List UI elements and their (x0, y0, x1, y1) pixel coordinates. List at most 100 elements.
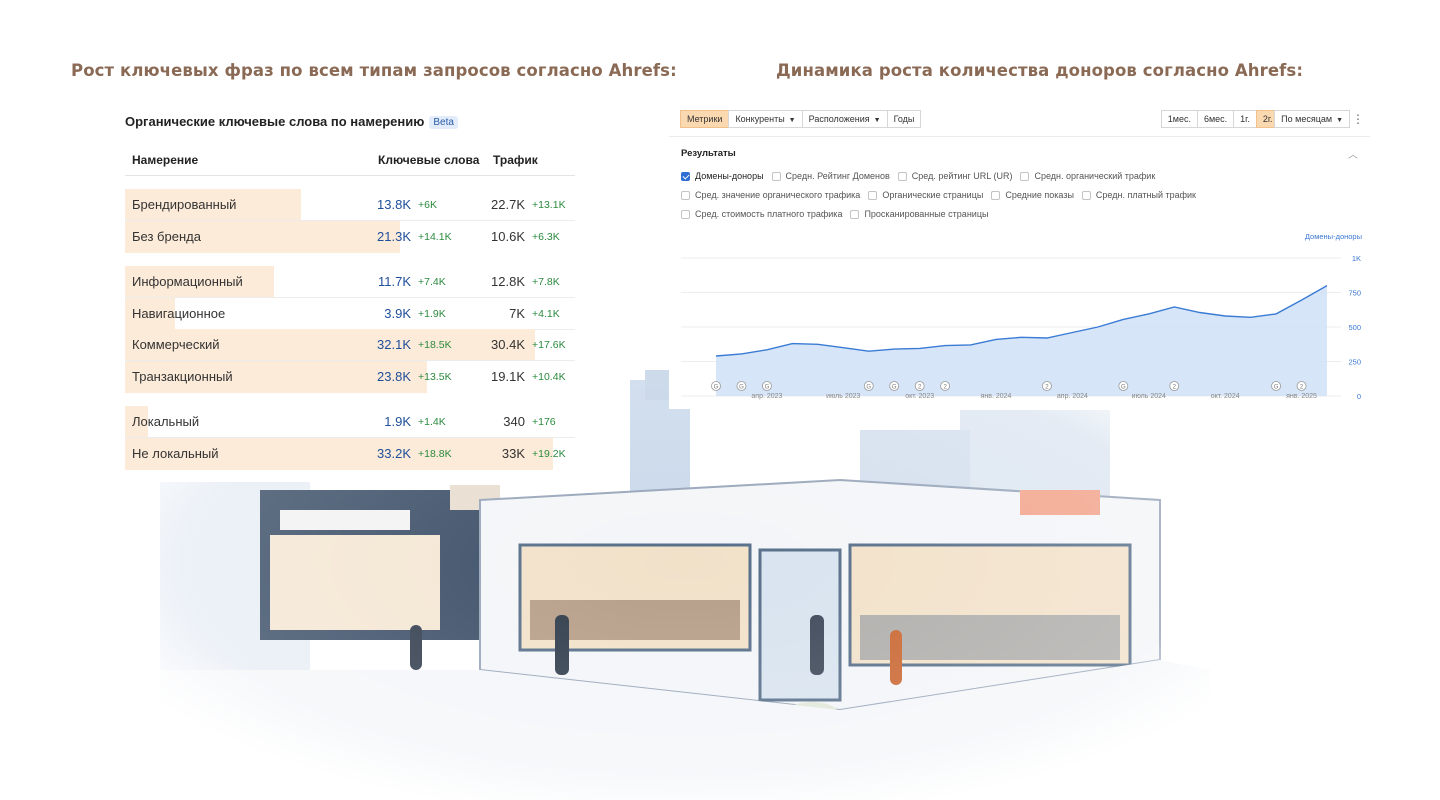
metric-checkbox[interactable]: Средние показы (991, 190, 1074, 200)
y-tick-label: 1K (1352, 254, 1361, 263)
checkbox-icon[interactable] (681, 190, 690, 200)
intent-name: Без бренда (132, 229, 201, 244)
checkbox-icon[interactable] (1020, 171, 1030, 181)
x-tick-label: янв. 2025 (1286, 393, 1317, 400)
metric-label: Средние показы (1005, 190, 1074, 200)
kebab-icon[interactable]: ⋮ (1352, 112, 1364, 126)
chevron-up-icon[interactable]: ︿ (1348, 146, 1358, 161)
annotation-label: G (714, 385, 719, 391)
table-row[interactable]: Без бренда 21.3K +14.1K 10.6K +6.3K (125, 221, 575, 253)
checkbox-icon[interactable] (868, 190, 878, 200)
keywords-value[interactable]: 33.2K (377, 446, 411, 461)
traffic-value[interactable]: 12.8K (491, 274, 525, 289)
metric-checkbox[interactable]: Средн. органический трафик (1020, 171, 1155, 181)
y-tick-label: 0 (1357, 392, 1361, 401)
traffic-value[interactable]: 7K (509, 306, 525, 321)
traffic-delta: +176 (532, 416, 556, 428)
beta-badge: Beta (429, 116, 458, 129)
metric-checkbox[interactable]: Просканированные страницы (850, 209, 988, 219)
granularity-select[interactable]: По месяцам ▼ (1274, 110, 1350, 128)
keywords-value[interactable]: 3.9K (384, 306, 411, 321)
checkbox-icon[interactable] (1081, 190, 1091, 200)
metric-checkbox[interactable]: Органические страницы (868, 190, 983, 200)
caret-down-icon: ▼ (788, 117, 796, 124)
intent-table-header: Намерение Ключевые слова Трафик (125, 144, 575, 176)
tab-3[interactable]: Годы (886, 110, 922, 128)
traffic-value[interactable]: 33K (502, 446, 525, 461)
traffic-delta: +7.8K (532, 276, 560, 288)
metric-checkbox[interactable]: Сред. рейтинг URL (UR) (897, 171, 1013, 181)
metric-checkbox[interactable]: Сред. стоимость платного трафика (681, 209, 842, 219)
metrics-row: Домены-доноры Средн. Рейтинг Доменов Сред.… (681, 171, 1163, 181)
metric-label: Домены-доноры (695, 171, 764, 181)
intent-card: Органические ключевые слова по намерению… (116, 100, 588, 482)
keywords-delta: +13.5K (418, 371, 452, 383)
traffic-delta: +4.1K (532, 308, 560, 320)
keywords-delta: +1.9K (418, 308, 446, 320)
keywords-value[interactable]: 21.3K (377, 229, 411, 244)
series-area (716, 285, 1327, 396)
metric-checkbox[interactable]: Сред. значение органического трафика (681, 190, 860, 200)
checkbox-checked-icon[interactable] (681, 171, 690, 181)
tab-0[interactable]: Метрики (680, 110, 730, 128)
table-row[interactable]: Информационный 11.7K +7.4K 12.8K +7.8K (125, 266, 575, 298)
column-keywords[interactable]: Ключевые слова (378, 153, 479, 167)
traffic-delta: +6.3K (532, 231, 560, 243)
tab-1[interactable]: Конкуренты ▼ (728, 110, 803, 128)
metric-checkbox[interactable]: Средн. платный трафик (1081, 190, 1196, 200)
traffic-value[interactable]: 10.6K (491, 229, 525, 244)
traffic-value[interactable]: 22.7K (491, 197, 525, 212)
x-tick-label: янв. 2024 (981, 393, 1012, 400)
period-button[interactable]: 1г. (1233, 110, 1257, 128)
traffic-delta: +17.6K (532, 339, 566, 351)
annotation-label: G (765, 385, 770, 391)
period-button[interactable]: 6мес. (1196, 110, 1235, 128)
metric-checkbox[interactable]: Домены-доноры (681, 171, 764, 181)
checkbox-icon[interactable] (771, 171, 781, 181)
annotation-label: G (1121, 385, 1126, 391)
x-tick-label: июль 2024 (1132, 393, 1166, 400)
keywords-value[interactable]: 11.7K (378, 274, 411, 289)
caret-down-icon: ▼ (873, 117, 881, 124)
metrics-row: Сред. значение органического трафика Орга… (681, 190, 1204, 200)
divider (669, 136, 1370, 137)
keywords-value[interactable]: 13.8K (377, 197, 411, 212)
metric-label: Сред. рейтинг URL (UR) (911, 171, 1013, 181)
table-row[interactable]: Коммерческий 32.1K +18.5K 30.4K +17.6K (125, 329, 575, 361)
keywords-delta: +18.5K (418, 339, 452, 351)
checkbox-icon[interactable] (850, 209, 860, 219)
keywords-delta: +18.8K (418, 448, 452, 460)
intent-name: Информационный (132, 274, 243, 289)
keywords-delta: +7.4K (418, 276, 446, 288)
checkbox-icon[interactable] (681, 209, 690, 219)
traffic-value[interactable]: 340 (503, 414, 525, 429)
table-row[interactable]: Не локальный 33.2K +18.8K 33K +19.2K (125, 438, 575, 470)
metric-label: Средн. платный трафик (1095, 190, 1196, 200)
metric-checkbox[interactable]: Средн. Рейтинг Доменов (771, 171, 890, 181)
checkbox-icon[interactable] (897, 171, 907, 181)
table-row[interactable]: Навигационное 3.9K +1.9K 7K +4.1K (125, 298, 575, 330)
table-row[interactable]: Брендированный 13.8K +6K 22.7K +13.1K (125, 189, 575, 221)
column-traffic[interactable]: Трафик (493, 153, 538, 167)
column-intent[interactable]: Намерение (132, 153, 198, 167)
keywords-value[interactable]: 23.8K (377, 369, 411, 384)
y-tick-label: 250 (1348, 358, 1361, 367)
metric-label: Сред. стоимость платного трафика (695, 209, 843, 219)
checkbox-icon[interactable] (991, 190, 1001, 200)
right-heading: Динамика роста количества доноров соглас… (776, 61, 1304, 80)
metric-label: Средн. органический трафик (1034, 171, 1156, 181)
tab-2[interactable]: Расположения ▼ (801, 110, 888, 128)
keywords-value[interactable]: 1.9K (384, 414, 411, 429)
keywords-delta: +6K (418, 199, 437, 211)
annotation-label: G (866, 385, 871, 391)
metric-label: Средн. Рейтинг Доменов (785, 171, 890, 181)
annotation-label: G (1274, 385, 1279, 391)
table-row[interactable]: Локальный 1.9K +1.4K 340 +176 (125, 406, 575, 438)
traffic-value[interactable]: 19.1K (491, 369, 525, 384)
keywords-value[interactable]: 32.1K (377, 337, 411, 352)
intent-name: Коммерческий (132, 337, 220, 352)
table-row[interactable]: Транзакционный 23.8K +13.5K 19.1K +10.4K (125, 361, 575, 393)
series-label: Домены-доноры (1304, 232, 1362, 241)
traffic-value[interactable]: 30.4K (491, 337, 525, 352)
period-button[interactable]: 1мес. (1160, 110, 1198, 128)
